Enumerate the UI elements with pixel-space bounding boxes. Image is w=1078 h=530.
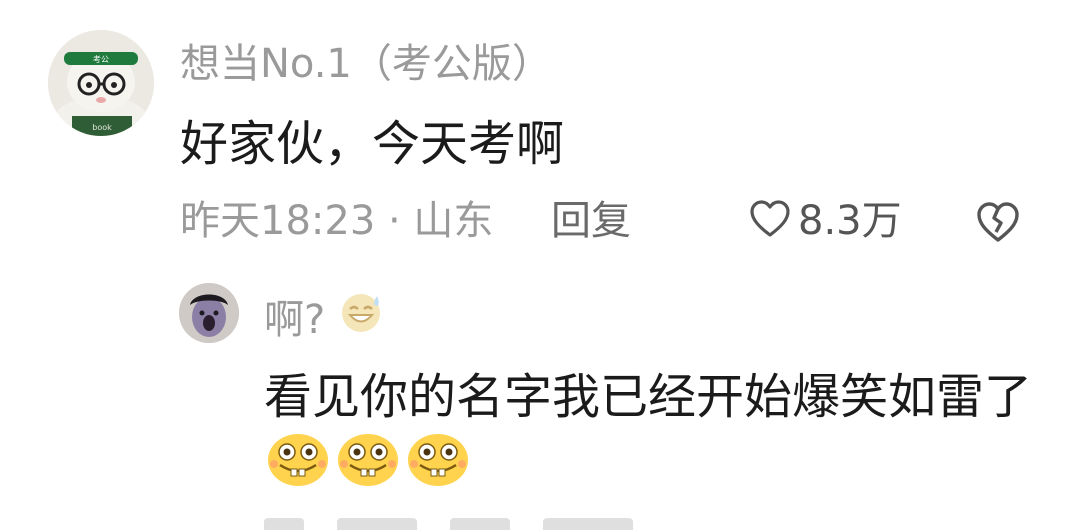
broken-heart-icon (977, 202, 1019, 242)
peek-fragment (337, 518, 418, 530)
peek-fragment (543, 518, 634, 530)
peek-fragment (450, 518, 511, 530)
heart-icon (748, 199, 792, 243)
next-row-peek (264, 518, 1044, 530)
avatar[interactable]: 考公 book (48, 30, 154, 136)
reply-button[interactable]: 回复 (551, 193, 631, 249)
reply-text: 看见你的名字我已经开始爆笑如雷了 (264, 369, 1033, 425)
reply-username-row[interactable]: 啊? (264, 290, 385, 349)
reply-text-block: 看见你的名字我已经开始爆笑如雷了 (264, 364, 1054, 496)
svg-text:考公: 考公 (93, 55, 109, 64)
comment-meta: 昨天18:23 · 山东 (180, 198, 494, 244)
grin-emoji (338, 434, 398, 486)
grin-emoji (408, 434, 468, 486)
reply-username[interactable]: 啊? (264, 292, 325, 348)
avatar-image: 考公 book (48, 30, 154, 136)
svg-text:book: book (92, 123, 112, 132)
grin-emoji (268, 434, 328, 486)
reply-avatar[interactable] (179, 283, 239, 343)
sweat-smile-emoji (337, 290, 385, 349)
reply-emoji-group (266, 431, 470, 487)
comment-username[interactable]: 想当No.1（考公版） (180, 36, 552, 92)
peek-fragment (264, 518, 304, 530)
comment-text: 好家伙，今天考啊 (180, 116, 565, 172)
reply-avatar-image (179, 283, 239, 343)
dislike-button[interactable] (974, 198, 1022, 246)
like-count: 8.3万 (798, 198, 902, 244)
like-button[interactable]: 8.3万 (748, 193, 902, 249)
